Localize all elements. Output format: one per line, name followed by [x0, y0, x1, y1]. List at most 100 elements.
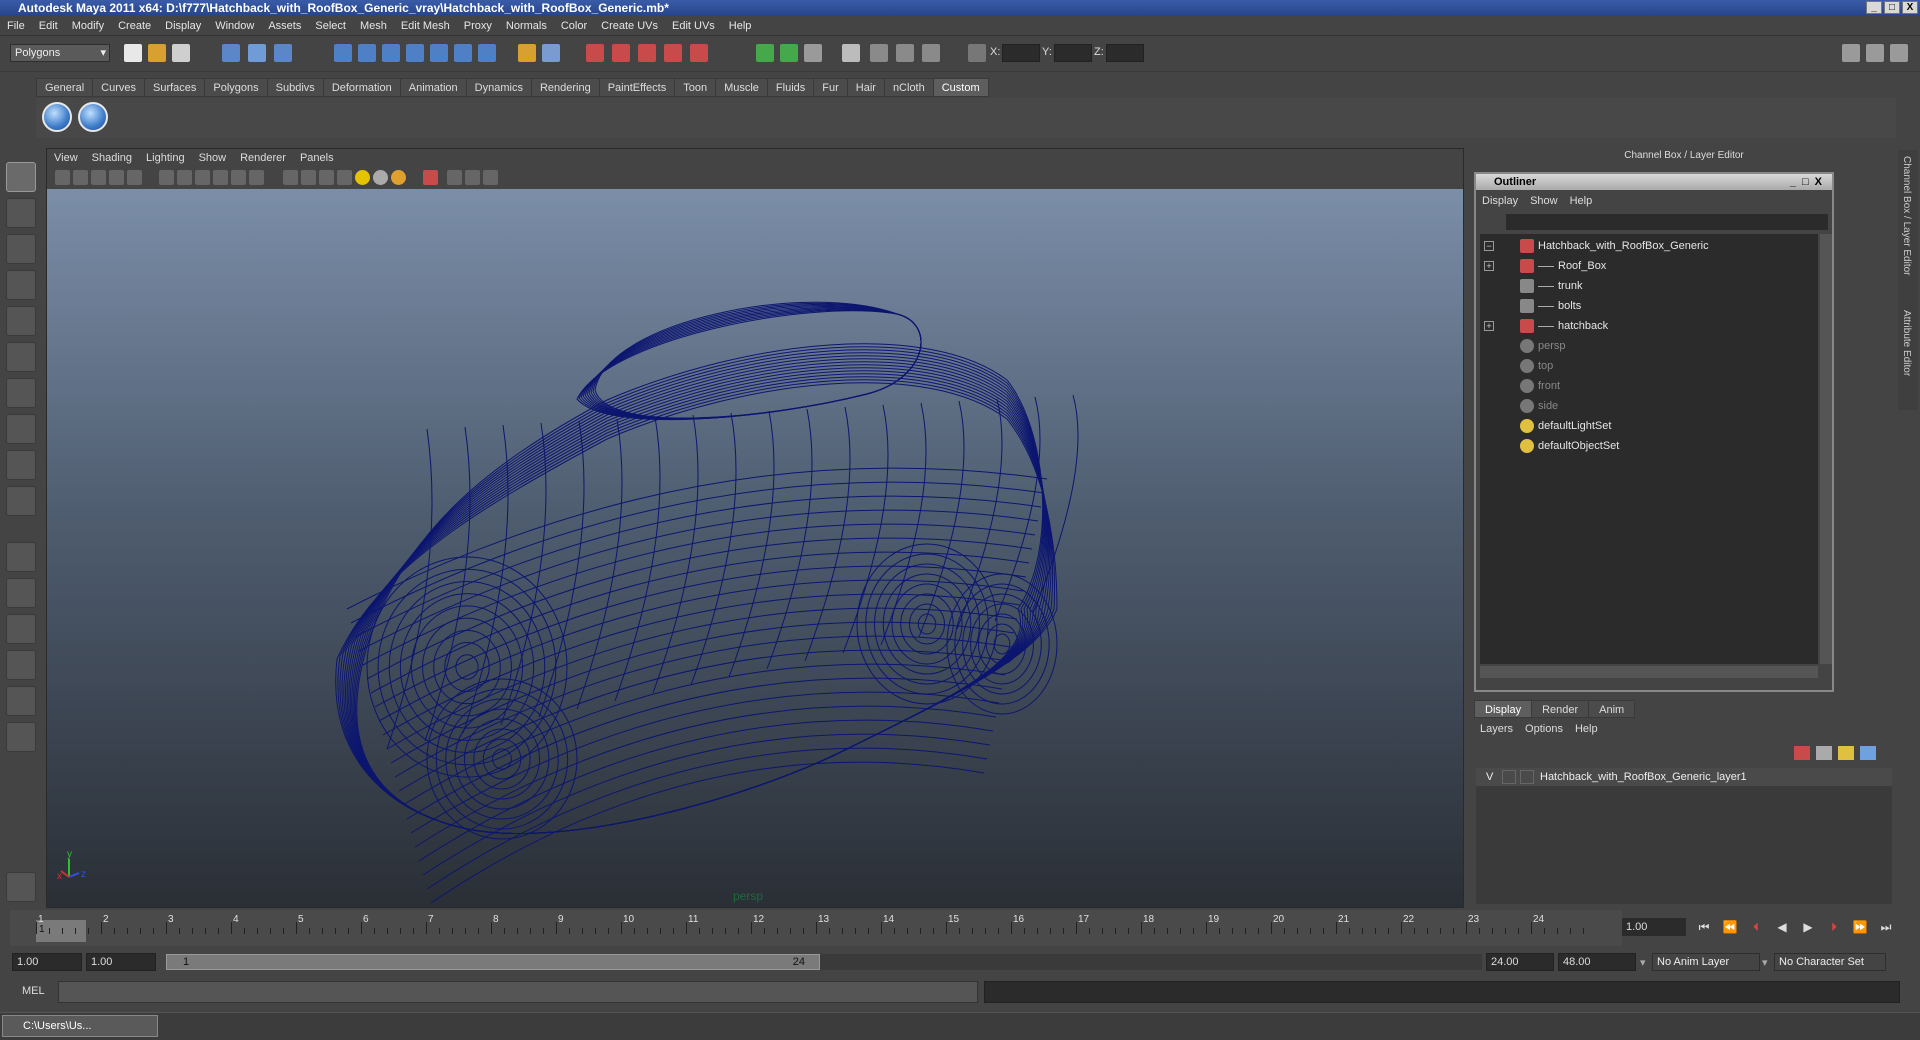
current-frame-field[interactable]: 1.00 [1622, 918, 1686, 936]
menu-proxy[interactable]: Proxy [457, 16, 499, 36]
expand-toggle-icon[interactable]: + [1484, 321, 1494, 331]
open-scene-icon[interactable] [148, 44, 166, 62]
layer-tab-render[interactable]: Render [1531, 700, 1590, 718]
expand-toggle-icon[interactable]: + [1484, 261, 1494, 271]
perspective-viewport[interactable]: y x z persp [47, 189, 1463, 907]
menu-help[interactable]: Help [722, 16, 759, 36]
new-layer-selected-icon[interactable] [1860, 746, 1876, 760]
outliner-horizontal-scrollbar[interactable] [1480, 666, 1818, 678]
image-plane-icon[interactable] [109, 170, 124, 185]
outliner-item[interactable]: bolts [1480, 296, 1810, 316]
shelf-tab-animation[interactable]: Animation [399, 78, 467, 97]
smooth-shade-icon[interactable] [301, 170, 316, 185]
mel-label[interactable]: MEL [22, 985, 45, 997]
layer-visibility-toggle[interactable]: V [1486, 768, 1493, 786]
outliner-item[interactable]: persp [1480, 336, 1810, 356]
shelf-tab-fur[interactable]: Fur [813, 78, 848, 97]
time-slider[interactable]: 1 1 2 3 4 5 6 7 8 9 10 11 12 13 14 15 16 17 18 19 20 21 22 23 2… [10, 910, 1622, 946]
layer-menu-options[interactable]: Options [1519, 720, 1569, 738]
soft-mod-tool-icon[interactable] [6, 414, 36, 444]
range-start-field[interactable]: 1.00 [86, 953, 156, 971]
menu-create[interactable]: Create [111, 16, 158, 36]
layer-move-up-icon[interactable] [1794, 746, 1810, 760]
layer-color-swatch[interactable] [1520, 770, 1534, 784]
range-slider[interactable]: 1 24 [166, 954, 1482, 970]
outliner-item[interactable]: − Hatchback_with_RoofBox_Generic [1480, 236, 1810, 256]
field-chart-icon[interactable] [231, 170, 246, 185]
film-gate-icon[interactable] [177, 170, 192, 185]
menu-edit-uvs[interactable]: Edit UVs [665, 16, 722, 36]
maximize-button[interactable]: □ [1884, 1, 1900, 14]
isolate-select-icon[interactable] [423, 170, 438, 185]
layer-template-toggle[interactable] [1502, 770, 1516, 784]
menu-window[interactable]: Window [208, 16, 261, 36]
checkmark-icon[interactable] [78, 102, 108, 132]
default-lights-icon[interactable] [355, 170, 370, 185]
snap-plane-icon[interactable] [406, 44, 424, 62]
outliner-item[interactable]: + hatchback [1480, 316, 1810, 336]
shelf-tab-fluids[interactable]: Fluids [766, 78, 815, 97]
shelf-tab-general[interactable]: General [36, 78, 94, 97]
viewport-menu-lighting[interactable]: Lighting [139, 149, 192, 167]
construction-history-icon[interactable] [664, 44, 682, 62]
side-tab-attribute-editor[interactable]: Attribute Editor [1901, 310, 1912, 376]
shelf-tab-surfaces[interactable]: Surfaces [143, 78, 206, 97]
textured-icon[interactable] [337, 170, 352, 185]
lasso-tool-icon[interactable] [6, 198, 36, 228]
shelf-tab-dynamics[interactable]: Dynamics [465, 78, 532, 97]
four-view-layout-icon[interactable] [6, 578, 36, 608]
tool-settings-toggle-icon[interactable] [1866, 44, 1884, 62]
shelf-tab-subdivs[interactable]: Subdivs [266, 78, 324, 97]
x-field[interactable] [1002, 44, 1040, 62]
viewport-menu-panels[interactable]: Panels [293, 149, 341, 167]
shelf-tab-ncloth[interactable]: nCloth [883, 78, 934, 97]
snap-live-icon[interactable] [454, 44, 472, 62]
outliner-window-buttons[interactable]: _□X [1790, 174, 1828, 190]
outliner-menu-help[interactable]: Help [1564, 192, 1599, 210]
input-ops-icon[interactable] [612, 44, 630, 62]
end-time-field[interactable]: 48.00 [1558, 953, 1636, 971]
viewport-menu-renderer[interactable]: Renderer [233, 149, 293, 167]
range-slider-handle[interactable]: 1 24 [166, 954, 820, 970]
mel-input[interactable] [58, 981, 978, 1003]
outliner-item[interactable]: side [1480, 396, 1810, 416]
character-set-dropdown[interactable]: No Character Set [1774, 953, 1886, 971]
layer-tab-anim[interactable]: Anim [1588, 700, 1636, 718]
menu-set-dropdown[interactable]: Polygons ▾ [10, 44, 110, 62]
xray-icon[interactable] [447, 170, 462, 185]
menu-edit-mesh[interactable]: Edit Mesh [394, 16, 457, 36]
outliner-menu-display[interactable]: Display [1476, 192, 1524, 210]
resolution-gate-icon[interactable] [195, 170, 210, 185]
snap-curve-icon[interactable] [358, 44, 376, 62]
bookmark-icon[interactable] [91, 170, 106, 185]
outliner-item[interactable]: defaultLightSet [1480, 416, 1810, 436]
layer-menu-layers[interactable]: Layers [1474, 720, 1519, 738]
menu-file[interactable]: File [0, 16, 32, 36]
hypershade-layout-icon[interactable] [6, 686, 36, 716]
shelf-tab-custom[interactable]: Custom [932, 78, 989, 97]
history-icon[interactable] [586, 44, 604, 62]
single-view-layout-icon[interactable] [6, 542, 36, 572]
new-scene-icon[interactable] [124, 44, 142, 62]
menu-color[interactable]: Color [554, 16, 594, 36]
graph-outliner-layout-icon[interactable] [6, 722, 36, 752]
ipr-render-icon[interactable] [780, 44, 798, 62]
shadows-icon[interactable] [373, 170, 388, 185]
minimize-button[interactable]: _ [1866, 1, 1882, 14]
camera-attributes-icon[interactable] [73, 170, 88, 185]
save-scene-icon[interactable] [172, 44, 190, 62]
outliner-item[interactable]: defaultObjectSet [1480, 436, 1810, 456]
go-to-start-icon[interactable]: ⏮ [1694, 918, 1714, 936]
go-to-end-icon[interactable]: ⏭ [1876, 918, 1896, 936]
lock-icon[interactable] [518, 44, 536, 62]
new-layer-icon[interactable] [1838, 746, 1854, 760]
shelf-tab-painteffects[interactable]: PaintEffects [598, 78, 676, 97]
anim-layer-dropdown[interactable]: No Anim Layer [1652, 953, 1760, 971]
start-time-field[interactable]: 1.00 [12, 953, 82, 971]
layer-move-down-icon[interactable] [1816, 746, 1832, 760]
play-forwards-icon[interactable]: ▶ [1798, 918, 1818, 936]
layer-menu-help[interactable]: Help [1569, 720, 1604, 738]
render-globals-icon[interactable] [896, 44, 914, 62]
outliner-filter-field[interactable] [1506, 214, 1828, 230]
move-tool-icon[interactable] [6, 270, 36, 300]
